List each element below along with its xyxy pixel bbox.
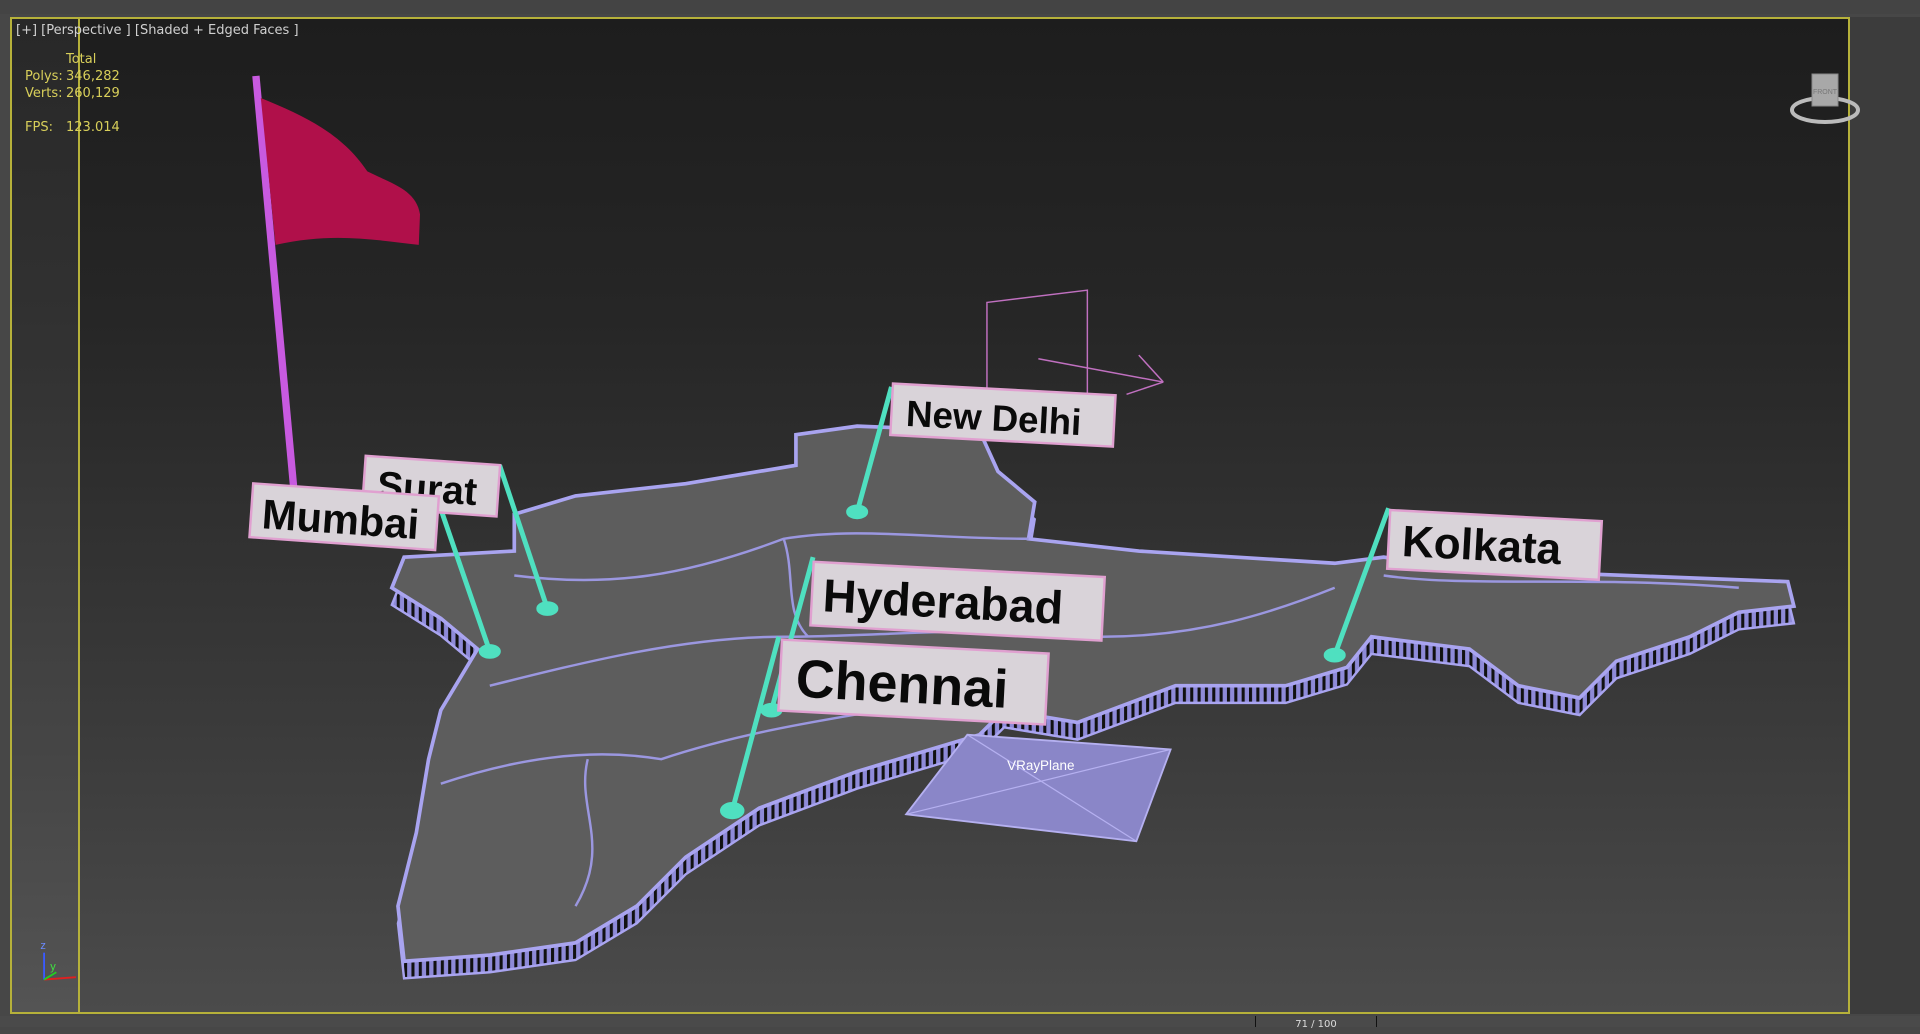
city-name: Kolkata [1401, 517, 1563, 574]
city-name: Chennai [794, 649, 1009, 720]
axis-gizmo: z y [40, 940, 76, 981]
scene-canvas: VRayPlane New Delhi Surat Mumbai Hyderab… [40, 75, 1797, 981]
axis-y-label: y [50, 961, 56, 973]
label-chennai[interactable]: Chennai [777, 638, 1050, 726]
axis-z-label: z [40, 940, 46, 952]
label-hyderabad[interactable]: Hyderabad [809, 560, 1107, 642]
label-mumbai[interactable]: Mumbai [248, 482, 441, 552]
time-slider[interactable]: 71 / 100 [0, 1016, 1920, 1030]
india-map[interactable] [389, 424, 1797, 964]
viewcube-face-label: FRONT [1813, 89, 1838, 96]
viewcube[interactable]: FRONT [1790, 60, 1860, 130]
time-slider-frame[interactable]: 71 / 100 [1255, 1016, 1377, 1030]
label-new-delhi[interactable]: New Delhi [889, 382, 1117, 448]
label-kolkata[interactable]: Kolkata [1385, 508, 1604, 582]
flag [260, 97, 421, 245]
vray-plane-label: VRayPlane [1007, 758, 1074, 773]
